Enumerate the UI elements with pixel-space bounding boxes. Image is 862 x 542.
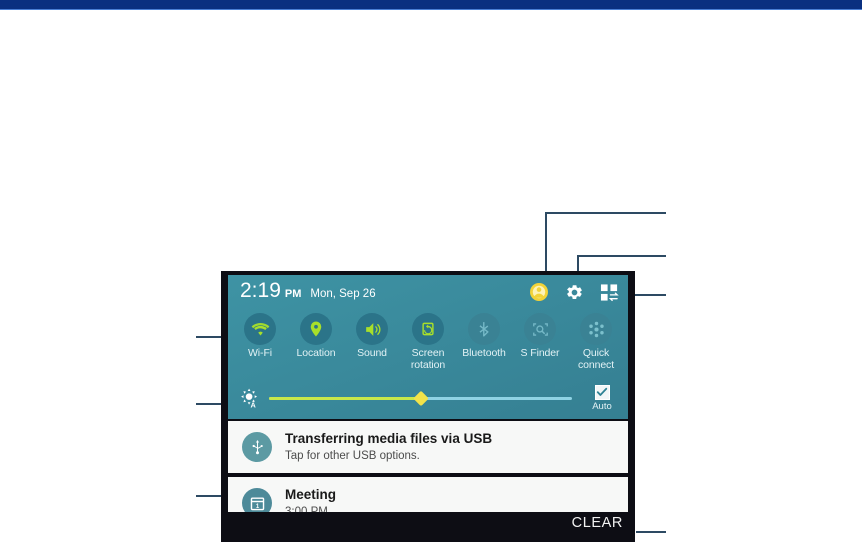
screen-rotation-icon [412,313,444,345]
settings-gear-icon[interactable] [565,283,584,307]
callout-user-profile-horizontal [546,212,666,214]
clear-button[interactable]: CLEAR [572,515,623,531]
toggle-label-location: Location [296,347,336,359]
callout-clear-horizontal [636,531,666,533]
toggle-location[interactable]: Location [289,313,343,360]
auto-brightness-checkbox[interactable]: Auto [582,384,622,412]
wifi-icon [244,313,276,345]
bluetooth-icon [468,313,500,345]
toggle-wifi[interactable]: Wi-Fi [233,313,287,360]
clock-area: 2:19 PM Mon, Sep 26 [240,280,376,301]
toggle-screen-rotation[interactable]: Screen rotation [401,313,455,371]
clock-time: 2:19 [240,279,281,302]
quick-settings-edit-icon[interactable] [600,283,619,307]
quick-connect-icon [580,313,612,345]
clear-bar: CLEAR [221,512,635,542]
user-profile-icon[interactable] [529,282,549,307]
slider-thumb[interactable] [412,390,429,406]
toggle-label-sound: Sound [357,347,387,359]
svg-text:A: A [250,400,256,409]
quick-toggles-row: Wi-Fi Location Sound Screen rotation Blu… [228,313,628,379]
top-blue-bar [0,0,862,10]
notification-title: Transferring media files via USB [285,431,493,446]
s-finder-search-icon [524,313,556,345]
auto-checkbox-box [594,384,610,400]
usb-icon [242,432,272,462]
brightness-row: A Auto [228,381,628,415]
toggle-sound[interactable]: Sound [345,313,399,360]
toggle-label-screen-rotation: Screen rotation [410,347,446,371]
toggle-label-s-finder: S Finder [520,347,560,359]
toggle-label-quick-connect: Quick connect [577,347,615,371]
slider-fill [269,396,421,400]
brightness-slider[interactable] [269,388,572,408]
notification-title: Meeting [285,487,337,502]
toggle-quick-connect[interactable]: Quick connect [569,313,623,371]
toggle-bluetooth[interactable]: Bluetooth [457,313,511,360]
toggle-s-finder[interactable]: S Finder [513,313,567,360]
toggle-label-bluetooth: Bluetooth [462,347,506,359]
callout-settings-horizontal [578,255,666,257]
auto-label: Auto [592,400,612,412]
notification-text-usb: Transferring media files via USB Tap for… [285,430,492,464]
status-row: 2:19 PM Mon, Sep 26 [228,275,628,313]
toggle-label-wifi: Wi-Fi [248,347,272,359]
clock-ampm: PM [284,288,302,300]
brightness-auto-icon[interactable]: A [239,387,261,409]
notification-subtitle: Tap for other USB options. [285,450,420,462]
status-actions [529,282,619,307]
notification-shade-panel: 2:19 PM Mon, Sep 26 Wi-Fi Location Sound… [221,271,635,542]
quick-settings-panel: 2:19 PM Mon, Sep 26 Wi-Fi Location Sound… [228,275,628,419]
notification-item-usb[interactable]: Transferring media files via USB Tap for… [228,421,628,473]
clock-date: Mon, Sep 26 [310,288,376,300]
sound-speaker-icon [356,313,388,345]
location-pin-icon [300,313,332,345]
